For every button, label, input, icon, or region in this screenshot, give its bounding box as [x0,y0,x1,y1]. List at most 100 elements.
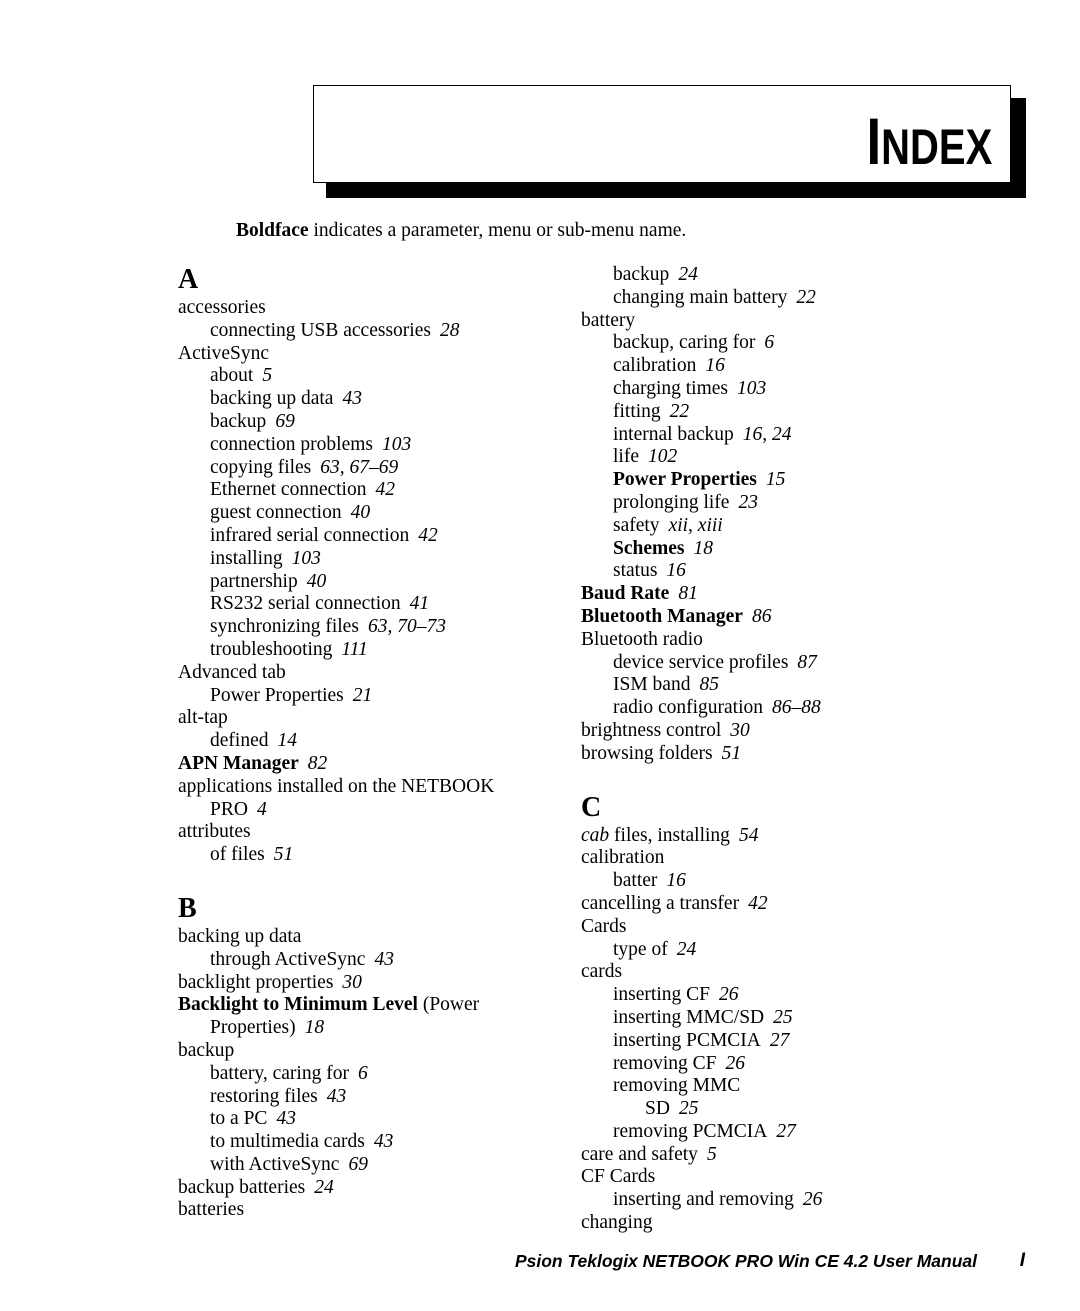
index-entry-text: Advanced tab [178,661,286,683]
index-entry-text: backup [613,264,670,285]
index-entry-page-number: 43 [326,1085,347,1107]
index-entry: brightness control 30 [581,720,981,743]
index-entry: SD 25 [581,1098,981,1121]
index-entry-page-number: xii, xiii [668,514,723,536]
index-entry-page-number: 43 [374,948,394,970]
index-entry: backing up data 43 [178,388,578,411]
index-entry: Bluetooth Manager 86 [581,606,981,629]
index-entry: Cards [581,916,981,939]
index-entry-page-number: 69 [275,410,295,432]
index-entry: cab files, installing 54 [581,825,981,848]
index-entry: charging times 103 [581,378,981,401]
index-entry: inserting CF 26 [581,984,981,1007]
index-entry: backing up data [178,926,578,949]
index-entry: backup batteries 24 [178,1177,578,1200]
index-entry-page-number: 41 [409,593,430,615]
index-entry-text: backup [210,410,267,432]
index-entry-text: attributes [178,821,251,843]
index-entry-text: partnership [210,570,298,592]
index-entry: with ActiveSync 69 [178,1154,578,1177]
index-entry: calibration [581,847,981,870]
index-column-left: Aaccessories connecting USB accessories 28… [178,264,578,1222]
index-entry: internal backup 16, 24 [581,424,981,447]
footer-page-number: I [1019,1250,1025,1271]
index-entry-page-number: 16 [705,355,725,377]
index-entry-text: batter [613,870,658,892]
index-entry: Ethernet connection 42 [178,479,578,502]
index-entry: inserting PCMCIA 27 [581,1030,981,1053]
index-entry-text: inserting MMC/SD [613,1006,765,1028]
index-entry-text: ISM band [613,674,691,696]
index-entry-bold-term: APN Manager [178,752,299,774]
index-entry-text: care and safety [581,1143,698,1165]
index-entry: care and safety 5 [581,1144,981,1167]
index-entry-text: type of [613,938,668,960]
index-entry-text: RS232 serial connection [210,593,401,615]
index-entry: troubleshooting 111 [178,639,578,662]
index-entry-page-number: 14 [277,730,297,752]
index-entry: infrared serial connection 42 [178,525,578,548]
index-entry-text: radio configuration [613,697,763,719]
index-entry: of files 51 [178,844,578,867]
index-entry-text: device service profiles [613,651,789,673]
index-entry: Baud Rate 81 [581,583,981,606]
index-entry-page-number: 30 [730,719,750,741]
index-entry-text: files, installing [609,824,730,846]
index-entry-page-number: 26 [718,984,739,1006]
index-entry: calibration 16 [581,355,981,378]
index-entry-page-number: 18 [304,1017,325,1039]
index-entry-text: to multimedia cards [210,1131,365,1153]
index-entry-text: cards [581,961,623,983]
index-entry-text: through ActiveSync [210,948,366,970]
index-entry-text: prolonging life [613,491,730,513]
index-entry-page-number: 63, 70–73 [367,616,446,638]
index-entry-text: status [613,560,658,582]
index-entry: backlight properties 30 [178,972,578,995]
section-letter-heading: B [178,892,197,924]
index-entry-page-number: 43 [342,388,362,410]
index-entry-page-number: 51 [273,844,294,866]
index-entry-page-number: 42 [418,524,438,546]
index-entry-page-number: 85 [699,674,719,696]
page-title-initial: I [866,104,881,178]
index-entry-text: brightness control [581,719,722,741]
index-entry-text: backlight properties [178,971,334,993]
index-entry-text: inserting and removing [613,1189,794,1211]
index-entry-page-number: 81 [678,583,698,605]
index-entry-text: Ethernet connection [210,479,367,501]
index-entry: synchronizing files 63, 70–73 [178,616,578,639]
index-entry-page-number: 26 [802,1189,823,1211]
index-entry-text: inserting PCMCIA [613,1029,761,1051]
boldface-note: Boldface indicates a parameter, menu or … [236,219,686,242]
index-entry: RS232 serial connection 41 [178,593,578,616]
index-entry-text: backup [178,1039,235,1061]
index-entry-bold-term: Power Properties [613,469,757,491]
index-entry: CF Cards [581,1166,981,1189]
index-entry: guest connection 40 [178,502,578,525]
index-entry: ActiveSync [178,343,578,366]
index-entry-page-number: 26 [725,1052,745,1074]
index-entry: Advanced tab [178,662,578,685]
index-entry-page-number: 27 [776,1120,796,1142]
index-entry: changing main battery 22 [581,287,981,310]
index-entry-bold-term: Backlight to Minimum Level [178,994,418,1016]
index-entry-text: batteries [178,1199,245,1221]
index-entry: partnership 40 [178,571,578,594]
index-entry: cancelling a transfer 42 [581,893,981,916]
index-entry: APN Manager 82 [178,753,578,776]
index-entry-text: guest connection [210,502,342,524]
index-entry: cards [581,961,981,984]
index-entry: fitting 22 [581,401,981,424]
index-entry: installing 103 [178,548,578,571]
index-entry-text: backing up data [210,388,334,410]
index-entry-page-number: 42 [375,479,395,501]
index-entry-page-number: 4 [256,798,267,820]
index-entry-page-number: 40 [350,502,371,524]
index-entry-page-number: 103 [382,433,412,455]
index-entry-text: SD [645,1098,670,1120]
index-entry-page-number: 42 [748,892,768,914]
index-entry: Bluetooth radio [581,629,981,652]
index-entry-page-number: 43 [276,1108,296,1130]
index-entry: battery, caring for 6 [178,1063,578,1086]
index-entry: radio configuration 86–88 [581,697,981,720]
